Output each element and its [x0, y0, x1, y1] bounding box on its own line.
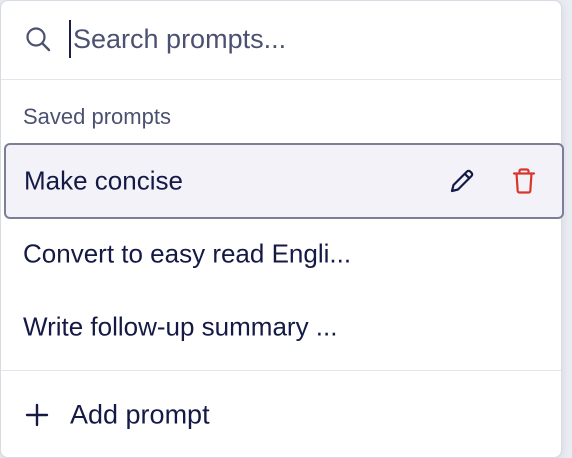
- add-prompt-label: Add prompt: [70, 399, 210, 430]
- add-prompt-button[interactable]: Add prompt: [1, 373, 561, 457]
- plus-icon: [25, 403, 49, 427]
- prompt-label: Write follow-up summary ...: [23, 311, 338, 342]
- search-input[interactable]: [73, 21, 533, 57]
- prompt-label: Make concise: [24, 165, 183, 196]
- section-label-saved-prompts: Saved prompts: [23, 104, 171, 129]
- list-item[interactable]: Convert to easy read Engli...: [1, 218, 561, 290]
- search-bar: [1, 1, 561, 80]
- search-icon: [26, 27, 51, 52]
- prompt-label: Convert to easy read Engli...: [23, 238, 352, 269]
- divider: [1, 370, 561, 371]
- list-item[interactable]: Make concise: [4, 143, 564, 219]
- delete-icon[interactable]: [509, 166, 539, 196]
- prompt-picker-panel: Saved prompts Make concise Convert to ea…: [0, 0, 564, 458]
- text-caret: [69, 20, 71, 58]
- list-item[interactable]: Write follow-up summary ...: [1, 291, 561, 363]
- edit-icon[interactable]: [447, 166, 477, 196]
